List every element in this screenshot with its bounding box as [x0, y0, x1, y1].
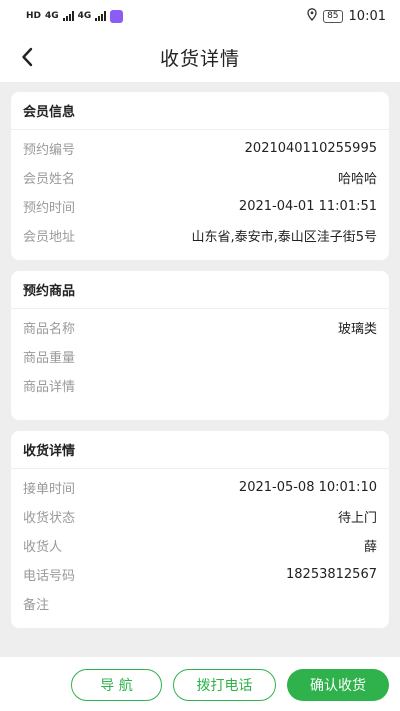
row-label: 备注 [23, 598, 50, 613]
row-value: 待上门 [337, 511, 377, 526]
row-label: 预约时间 [23, 201, 76, 216]
confirm-receipt-button[interactable]: 确认收货 [287, 669, 389, 701]
row-value: 山东省,泰安市,泰山区洼子街5号 [191, 230, 377, 245]
row-value: 2021-04-01 11:01:51 [238, 199, 377, 214]
member-address-row: 会员地址 山东省,泰安市,泰山区洼子街5号 [11, 221, 389, 250]
row-value: 2021040110255995 [244, 141, 377, 156]
bottom-action-bar: 导 航 拨打电话 确认收货 [0, 657, 400, 711]
location-icon [307, 7, 317, 25]
receipt-details-heading: 收货详情 [11, 431, 389, 469]
row-value: 薛 [363, 540, 377, 555]
receipt-status-row: 收货状态 待上门 [11, 502, 389, 531]
chevron-left-icon [22, 47, 33, 67]
signal-icon [62, 11, 74, 21]
row-label: 收货状态 [23, 511, 76, 526]
clock: 10:01 [348, 8, 386, 24]
status-right: 85 10:01 [307, 7, 386, 25]
row-value: 玻璃类 [337, 322, 377, 337]
goods-detail-row: 商品详情 [11, 371, 389, 400]
network-type-2: 4G [77, 11, 92, 21]
battery-icon: 85 [323, 9, 343, 23]
goods-name-row: 商品名称 玻璃类 [11, 313, 389, 342]
row-label: 会员姓名 [23, 172, 76, 187]
reservation-number-row: 预约编号 2021040110255995 [11, 134, 389, 163]
phone-number-row: 电话号码 18253812567 [11, 560, 389, 589]
row-label: 商品名称 [23, 322, 76, 337]
page-title: 收货详情 [159, 47, 240, 70]
row-value: 哈哈哈 [337, 172, 377, 187]
row-label: 接单时间 [23, 482, 76, 497]
navigate-button[interactable]: 导 航 [71, 669, 162, 701]
receiver-row: 收货人 薛 [11, 531, 389, 560]
row-label: 会员地址 [23, 230, 76, 245]
network-type-1: 4G [45, 11, 59, 21]
row-label: 商品重量 [23, 351, 76, 366]
reserved-goods-card: 预约商品 商品名称 玻璃类 商品重量 商品详情 [11, 271, 389, 420]
status-bar: HD 4G 4G 85 10:01 [0, 0, 400, 32]
goods-weight-row: 商品重量 [11, 342, 389, 371]
order-time-row: 接单时间 2021-05-08 10:01:10 [11, 473, 389, 502]
row-label: 商品详情 [23, 380, 76, 395]
row-value: 2021-05-08 10:01:10 [238, 480, 377, 495]
row-label: 电话号码 [23, 569, 76, 584]
reservation-time-row: 预约时间 2021-04-01 11:01:51 [11, 192, 389, 221]
receipt-details-card: 收货详情 接单时间 2021-05-08 10:01:10 收货状态 待上门 收… [11, 431, 389, 628]
member-name-row: 会员姓名 哈哈哈 [11, 163, 389, 192]
row-value: 18253812567 [286, 567, 377, 582]
remark-row: 备注 [11, 589, 389, 618]
row-label: 预约编号 [23, 143, 76, 158]
signal-icon [95, 11, 107, 21]
member-info-card: 会员信息 预约编号 2021040110255995 会员姓名 哈哈哈 预约时间… [11, 92, 389, 260]
nav-bar: 收货详情 [0, 32, 400, 82]
back-button[interactable] [12, 42, 42, 72]
network-indicators: HD 4G 4G [26, 9, 124, 23]
app-notification-icon [110, 9, 124, 23]
call-button[interactable]: 拨打电话 [173, 669, 276, 701]
reserved-goods-heading: 预约商品 [11, 271, 389, 309]
hd-indicator: HD [26, 11, 42, 21]
row-label: 收货人 [23, 540, 63, 555]
member-info-heading: 会员信息 [11, 92, 389, 130]
